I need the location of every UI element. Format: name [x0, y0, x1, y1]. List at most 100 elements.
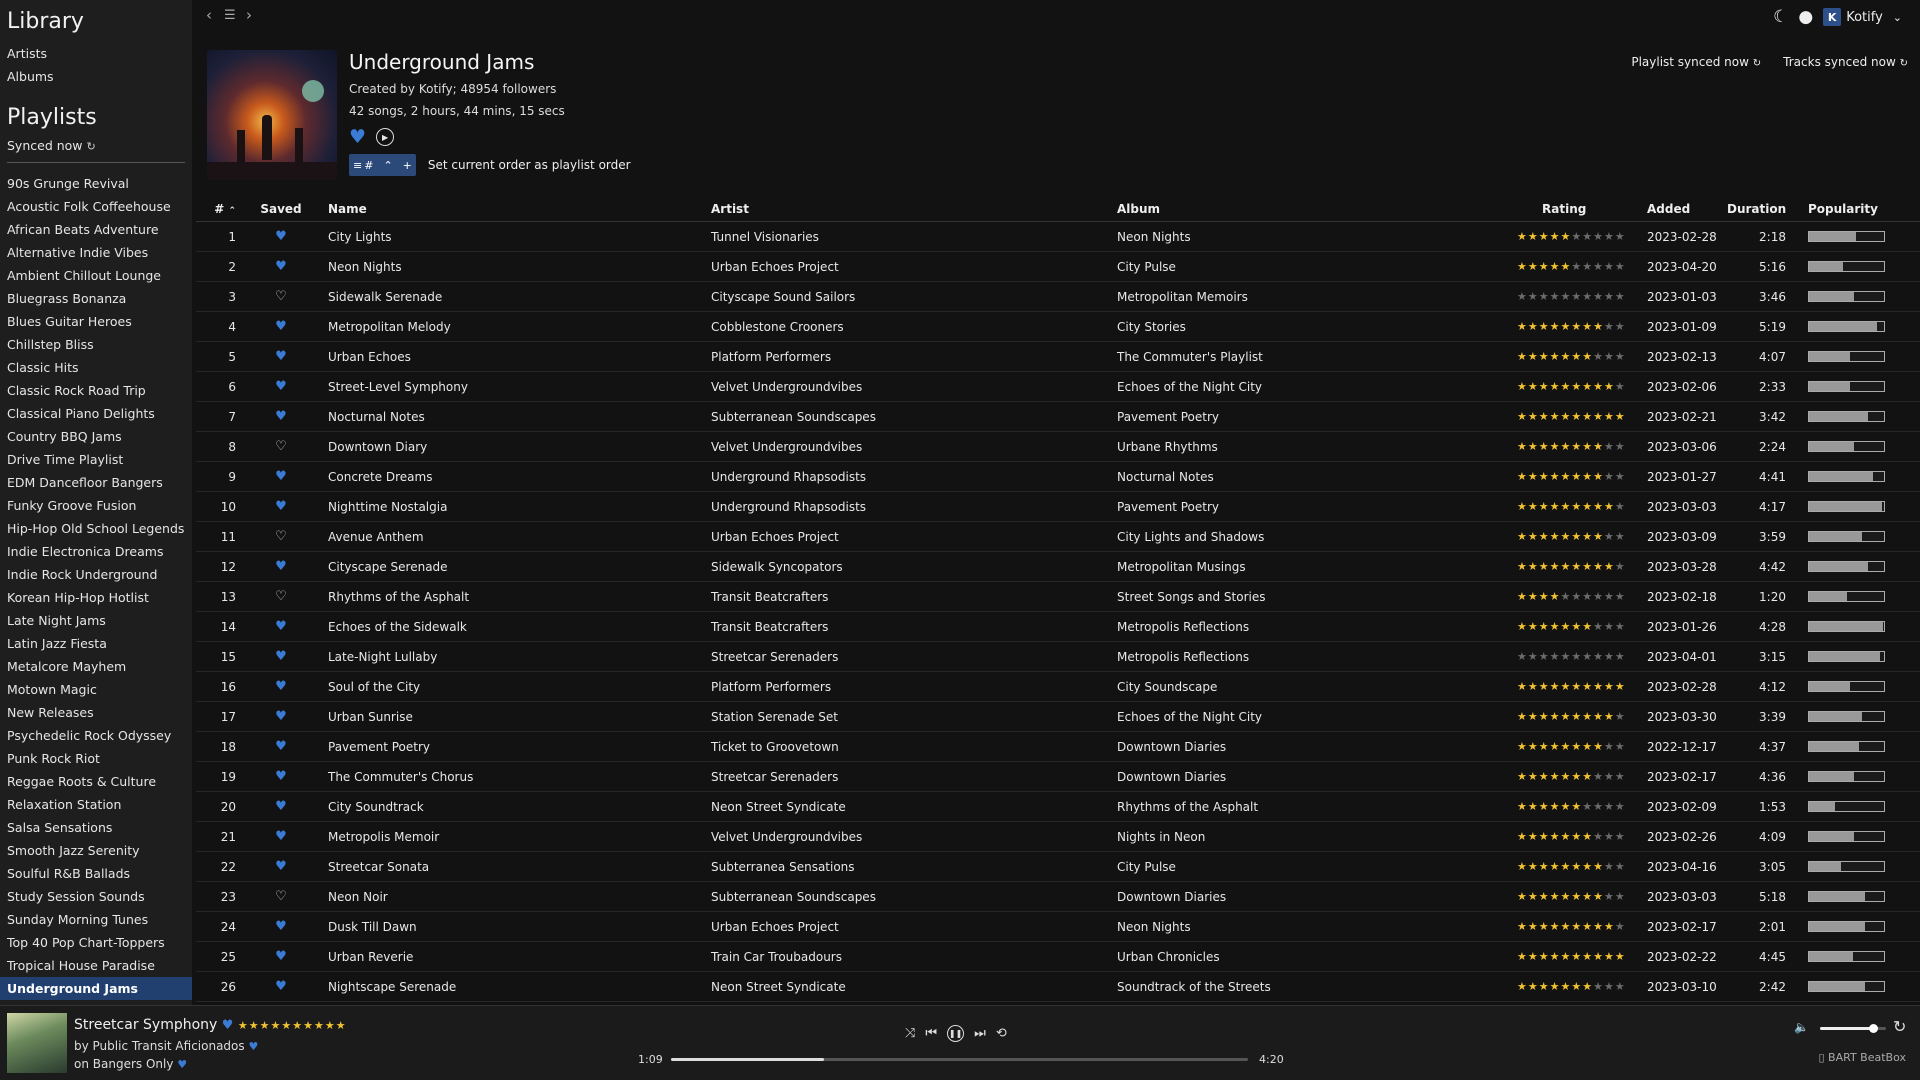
- sidebar-playlist-item[interactable]: Classic Rock Road Trip: [7, 379, 185, 402]
- table-row[interactable]: 8 ♡ Downtown Diary Velvet Undergroundvibes U…: [196, 432, 1920, 462]
- heart-outline-icon[interactable]: ♡: [275, 589, 287, 604]
- back-icon[interactable]: ‹: [206, 6, 212, 24]
- track-name[interactable]: Neon Noir: [306, 890, 711, 904]
- track-rating[interactable]: ★★★★★★★★★★: [1517, 740, 1647, 753]
- track-rating[interactable]: ★★★★★★★★★★: [1517, 230, 1647, 243]
- sidebar-playlist-item[interactable]: Punk Rock Riot: [7, 747, 185, 770]
- sidebar-playlist-item[interactable]: Ambient Chillout Lounge: [7, 264, 185, 287]
- sidebar-playlist-item[interactable]: Motown Magic: [7, 678, 185, 701]
- track-rating[interactable]: ★★★★★★★★★★: [1517, 320, 1647, 333]
- track-name[interactable]: City Soundtrack: [306, 800, 711, 814]
- table-row[interactable]: 2 ♥ Neon Nights Urban Echoes Project City Pu…: [196, 252, 1920, 282]
- track-album[interactable]: Downtown Diaries: [1117, 740, 1517, 754]
- track-artist[interactable]: Cityscape Sound Sailors: [711, 290, 1117, 304]
- track-album[interactable]: Nocturnal Notes: [1117, 470, 1517, 484]
- heart-filled-icon[interactable]: ♥: [275, 379, 287, 394]
- track-rating[interactable]: ★★★★★★★★★★: [1517, 470, 1647, 483]
- table-row[interactable]: 5 ♥ Urban Echoes Platform Performers The Com…: [196, 342, 1920, 372]
- track-artist[interactable]: Station Serenade Set: [711, 710, 1117, 724]
- track-rating[interactable]: ★★★★★★★★★★: [1517, 890, 1647, 903]
- refresh-icon[interactable]: ↻: [1893, 1017, 1906, 1036]
- album-heart-icon[interactable]: ♥: [177, 1058, 187, 1071]
- now-playing-album[interactable]: on Bangers Only: [74, 1057, 173, 1071]
- track-artist[interactable]: Underground Rhapsodists: [711, 470, 1117, 484]
- pause-icon[interactable]: ❚❚: [947, 1025, 965, 1042]
- track-artist[interactable]: Streetcar Serenaders: [711, 650, 1117, 664]
- sort-ascending-icon[interactable]: ⌃: [383, 159, 392, 172]
- track-album[interactable]: Neon Nights: [1117, 920, 1517, 934]
- now-playing-title[interactable]: Streetcar Symphony: [74, 1017, 217, 1033]
- sidebar-playlist-item[interactable]: Reggae Roots & Culture: [7, 770, 185, 793]
- column-album[interactable]: Album: [1117, 202, 1517, 216]
- table-row[interactable]: 20 ♥ City Soundtrack Neon Street Syndicate R…: [196, 792, 1920, 822]
- column-popularity[interactable]: Popularity: [1792, 202, 1880, 216]
- track-artist[interactable]: Platform Performers: [711, 680, 1117, 694]
- track-artist[interactable]: Ticket to Groovetown: [711, 740, 1117, 754]
- previous-icon[interactable]: ⏮: [925, 1026, 937, 1041]
- track-rating[interactable]: ★★★★★★★★★★: [1517, 560, 1647, 573]
- next-icon[interactable]: ⏭: [974, 1026, 986, 1041]
- track-name[interactable]: Streetcar Sonata: [306, 860, 711, 874]
- sidebar-playlist-item[interactable]: Blues Guitar Heroes: [7, 310, 185, 333]
- table-row[interactable]: 10 ♥ Nighttime Nostalgia Underground Rhapso…: [196, 492, 1920, 522]
- heart-filled-icon[interactable]: ♥: [275, 229, 287, 244]
- track-name[interactable]: Nocturnal Notes: [306, 410, 711, 424]
- refresh-icon[interactable]: ↻: [87, 140, 96, 153]
- repeat-icon[interactable]: ⟲: [996, 1026, 1007, 1041]
- track-name[interactable]: Pavement Poetry: [306, 740, 711, 754]
- track-name[interactable]: Urban Sunrise: [306, 710, 711, 724]
- chevron-down-icon[interactable]: ⌄: [1893, 11, 1902, 24]
- column-name[interactable]: Name: [306, 202, 711, 216]
- heart-filled-icon[interactable]: ♥: [275, 859, 287, 874]
- heart-filled-icon[interactable]: ♥: [275, 979, 287, 994]
- track-rating[interactable]: ★★★★★★★★★★: [1517, 770, 1647, 783]
- sidebar-playlist-item[interactable]: Acoustic Folk Coffeehouse: [7, 195, 185, 218]
- sidebar-playlist-item[interactable]: Bluegrass Bonanza: [7, 287, 185, 310]
- sidebar-playlist-item[interactable]: EDM Dancefloor Bangers: [7, 471, 185, 494]
- device-selector[interactable]: ▯ BART BeatBox: [1818, 1051, 1906, 1064]
- track-name[interactable]: Metropolis Memoir: [306, 830, 711, 844]
- track-album[interactable]: City Pulse: [1117, 260, 1517, 274]
- track-album[interactable]: Metropolitan Musings: [1117, 560, 1517, 574]
- table-row[interactable]: 22 ♥ Streetcar Sonata Subterranea Sensation…: [196, 852, 1920, 882]
- volume-slider[interactable]: [1820, 1024, 1886, 1033]
- track-album[interactable]: Metropolitan Memoirs: [1117, 290, 1517, 304]
- table-row[interactable]: 26 ♥ Nightscape Serenade Neon Street Syndic…: [196, 972, 1920, 1002]
- sort-control[interactable]: ≡ # ⌃ +: [349, 154, 416, 176]
- track-album[interactable]: Neon Nights: [1117, 230, 1517, 244]
- sort-lines-icon[interactable]: ≡: [353, 159, 362, 172]
- track-name[interactable]: Urban Echoes: [306, 350, 711, 364]
- table-row[interactable]: 4 ♥ Metropolitan Melody Cobblestone Crooner…: [196, 312, 1920, 342]
- track-rating[interactable]: ★★★★★★★★★★: [1517, 830, 1647, 843]
- track-rating[interactable]: ★★★★★★★★★★: [1517, 260, 1647, 273]
- heart-filled-icon[interactable]: ♥: [275, 799, 287, 814]
- track-rating[interactable]: ★★★★★★★★★★: [1517, 920, 1647, 933]
- table-row[interactable]: 15 ♥ Late-Night Lullaby Streetcar Serenader…: [196, 642, 1920, 672]
- heart-filled-icon[interactable]: ♥: [275, 319, 287, 334]
- track-album[interactable]: Echoes of the Night City: [1117, 710, 1517, 724]
- play-icon[interactable]: ▶: [376, 128, 395, 146]
- column-rating[interactable]: Rating: [1517, 202, 1647, 216]
- table-row[interactable]: 16 ♥ Soul of the City Platform Performers Ci…: [196, 672, 1920, 702]
- volume-knob[interactable]: [1868, 1024, 1878, 1033]
- progress-slider[interactable]: [671, 1058, 1248, 1061]
- artist-heart-icon[interactable]: ♥: [248, 1040, 258, 1053]
- track-name[interactable]: The Commuter's Chorus: [306, 770, 711, 784]
- track-album[interactable]: Nights in Neon: [1117, 830, 1517, 844]
- queue-icon[interactable]: ☰: [224, 8, 236, 23]
- save-heart-icon[interactable]: ♥: [349, 126, 366, 148]
- user-menu[interactable]: ☾ ● K Kotify ⌄: [1773, 7, 1902, 27]
- track-album[interactable]: Pavement Poetry: [1117, 410, 1517, 424]
- track-rating[interactable]: ★★★★★★★★★★: [1517, 680, 1647, 693]
- sidebar-playlist-item[interactable]: Study Session Sounds: [7, 885, 185, 908]
- track-rating[interactable]: ★★★★★★★★★★: [1517, 290, 1647, 303]
- table-row[interactable]: 1 ♥ City Lights Tunnel Visionaries Neon Nigh…: [196, 222, 1920, 252]
- sidebar-playlist-item[interactable]: Salsa Sensations: [7, 816, 185, 839]
- playlist-sync-button[interactable]: Playlist synced now ↻: [1631, 55, 1761, 69]
- track-artist[interactable]: Velvet Undergroundvibes: [711, 440, 1117, 454]
- track-album[interactable]: Urban Chronicles: [1117, 950, 1517, 964]
- track-album[interactable]: Soundtrack of the Streets: [1117, 980, 1517, 994]
- track-album[interactable]: Metropolis Reflections: [1117, 650, 1517, 664]
- sidebar-playlist-item[interactable]: New Releases: [7, 701, 185, 724]
- sidebar-playlist-item[interactable]: Alternative Indie Vibes: [7, 241, 185, 264]
